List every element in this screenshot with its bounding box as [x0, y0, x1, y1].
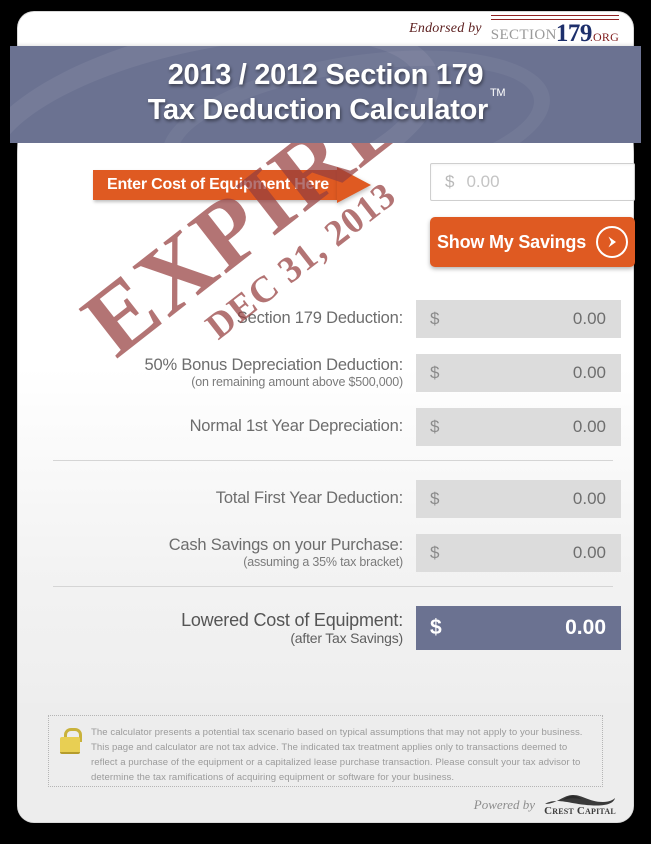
equipment-cost-placeholder: 0.00: [466, 172, 500, 191]
crest-swoosh-icon: [543, 793, 617, 806]
result-row-section179: Section 179 Deduction: $ 0.00: [18, 300, 633, 338]
result-field: $ 0.00: [416, 480, 621, 518]
result-label: Lowered Cost of Equipment: (after Tax Sav…: [18, 610, 416, 646]
disclaimer-box: The calculator presents a potential tax …: [48, 715, 603, 787]
currency-symbol: $: [430, 417, 440, 436]
result-label: Normal 1st Year Depreciation:: [189, 417, 404, 436]
page-title-line2: Tax Deduction Calculator: [147, 93, 489, 126]
result-row-bonus-depreciation: 50% Bonus Depreciation Deduction: (on rem…: [18, 354, 633, 392]
result-value: 0.00: [572, 489, 606, 508]
crest-capital-logo[interactable]: Crest Capital: [543, 793, 617, 817]
result-label: Total First Year Deduction:: [215, 489, 403, 508]
section-divider-2: [53, 586, 613, 587]
powered-by-label: Powered by: [473, 797, 535, 812]
result-row-normal-depreciation: Normal 1st Year Depreciation: $ 0.00: [18, 408, 633, 446]
page-title-line2-wrap: Tax Deduction CalculatorTM: [147, 87, 506, 128]
result-field: $ 0.00: [416, 300, 621, 338]
section-divider-1: [53, 460, 613, 461]
result-value: 0.00: [572, 417, 606, 436]
result-row-total-first-year: Total First Year Deduction: $ 0.00: [18, 480, 633, 518]
crest-capital-text: Crest Capital: [544, 805, 616, 817]
result-field: $ 0.00: [416, 408, 621, 446]
currency-symbol: $: [430, 616, 442, 639]
currency-symbol: $: [430, 489, 440, 508]
result-value: 0.00: [572, 363, 606, 382]
result-value: 0.00: [572, 309, 606, 328]
currency-symbol: $: [430, 309, 440, 328]
calculator-card: Endorsed by SECTION 179 .ORG 2013 / 2012…: [10, 12, 641, 822]
result-sublabel: (after Tax Savings): [290, 629, 403, 646]
result-label: 50% Bonus Depreciation Deduction: (on rem…: [18, 357, 416, 389]
padlock-icon: [59, 728, 82, 754]
result-field: $ 0.00: [416, 534, 621, 572]
enter-cost-callout: Enter Cost of Equipment Here: [93, 167, 398, 203]
footer: The calculator presents a potential tax …: [18, 703, 633, 822]
result-label: Section 179 Deduction:: [236, 309, 403, 328]
callout-body: Enter Cost of Equipment Here: [93, 170, 338, 200]
result-row-lowered-cost: Lowered Cost of Equipment: (after Tax Sav…: [18, 606, 633, 650]
logo-number-text: 179: [555, 20, 593, 47]
callout-arrow-icon: [337, 167, 371, 203]
cost-entry-row: Enter Cost of Equipment Here $ 0.00: [18, 161, 635, 207]
result-field: $ 0.00: [416, 354, 621, 392]
result-field: $ 0.00: [416, 606, 621, 650]
enter-cost-label: Enter Cost of Equipment Here: [107, 176, 329, 193]
logo-rule: [490, 15, 619, 20]
endorsed-by-label: Endorsed by: [409, 21, 482, 36]
dollar-sign-icon: $: [445, 172, 455, 191]
section179-org-logo[interactable]: SECTION 179 .ORG: [490, 14, 619, 47]
padlock-body: [60, 737, 80, 754]
result-sublabel: (assuming a 35% tax bracket): [243, 554, 403, 569]
page-title-line1: 2013 / 2012 Section 179: [167, 59, 484, 91]
logo-tld-text: .ORG: [589, 30, 619, 44]
disclaimer-text: The calculator presents a potential tax …: [91, 727, 583, 783]
powered-by: Powered by Crest Capital: [474, 793, 617, 817]
equipment-cost-input[interactable]: $ 0.00: [430, 163, 635, 201]
show-my-savings-label: Show My Savings: [436, 231, 587, 252]
page-header: 2013 / 2012 Section 179 Tax Deduction Ca…: [10, 46, 641, 143]
currency-symbol: $: [430, 363, 440, 382]
page-title: 2013 / 2012 Section 179 Tax Deduction Ca…: [10, 46, 641, 128]
trademark-mark: TM: [490, 87, 506, 100]
result-value: 0.00: [565, 616, 606, 639]
calculator-body: Enter Cost of Equipment Here $ 0.00 Show…: [18, 143, 635, 703]
result-row-cash-savings: Cash Savings on your Purchase: (assuming …: [18, 534, 633, 572]
result-label: Cash Savings on your Purchase: (assuming …: [18, 537, 416, 569]
logo-section-text: SECTION: [490, 27, 557, 43]
currency-symbol: $: [430, 543, 440, 562]
result-value: 0.00: [572, 543, 606, 562]
endorsement-bar: Endorsed by SECTION 179 .ORG: [18, 12, 633, 46]
result-sublabel: (on remaining amount above $500,000): [191, 374, 403, 389]
show-my-savings-button[interactable]: Show My Savings: [430, 217, 635, 267]
arrow-right-circle-icon: [596, 226, 629, 258]
app-frame: Endorsed by SECTION 179 .ORG 2013 / 2012…: [0, 0, 651, 844]
